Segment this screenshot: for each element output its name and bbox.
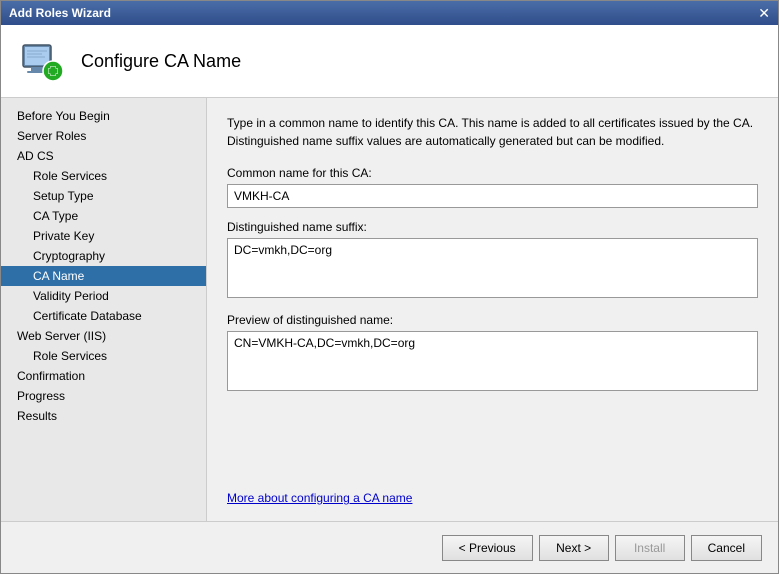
sidebar-item-private-key[interactable]: Private Key xyxy=(1,226,206,246)
sidebar-item-before-you-begin[interactable]: Before You Begin xyxy=(1,106,206,126)
sidebar-item-role-services-iis[interactable]: Role Services xyxy=(1,346,206,366)
sidebar-item-role-services[interactable]: Role Services xyxy=(1,166,206,186)
wizard-window: Add Roles Wizard ✕ xyxy=(0,0,779,574)
dn-suffix-input[interactable] xyxy=(227,238,758,298)
sidebar-item-results[interactable]: Results xyxy=(1,406,206,426)
main-panel: Type in a common name to identify this C… xyxy=(207,98,778,521)
sidebar-item-cryptography[interactable]: Cryptography xyxy=(1,246,206,266)
preview-label: Preview of distinguished name: xyxy=(227,313,758,327)
sidebar-item-server-roles[interactable]: Server Roles xyxy=(1,126,206,146)
window-title: Add Roles Wizard xyxy=(9,6,111,20)
sidebar-item-ca-name[interactable]: CA Name xyxy=(1,266,206,286)
sidebar-item-progress[interactable]: Progress xyxy=(1,386,206,406)
dn-suffix-group: Distinguished name suffix: xyxy=(227,220,758,301)
preview-value: CN=VMKH-CA,DC=vmkh,DC=org xyxy=(227,331,758,391)
content-area: Before You Begin Server Roles AD CS Role… xyxy=(1,98,778,521)
common-name-label: Common name for this CA: xyxy=(227,166,758,180)
help-link[interactable]: More about configuring a CA name xyxy=(227,491,412,505)
wizard-icon xyxy=(17,37,65,85)
header-area: Configure CA Name xyxy=(1,25,778,98)
sidebar-item-setup-type[interactable]: Setup Type xyxy=(1,186,206,206)
sidebar-item-certificate-database[interactable]: Certificate Database xyxy=(1,306,206,326)
description-text: Type in a common name to identify this C… xyxy=(227,114,758,150)
sidebar-item-web-server-iis[interactable]: Web Server (IIS) xyxy=(1,326,206,346)
previous-button[interactable]: < Previous xyxy=(442,535,533,561)
title-bar: Add Roles Wizard ✕ xyxy=(1,1,778,25)
preview-group: Preview of distinguished name: CN=VMKH-C… xyxy=(227,313,758,391)
cancel-button[interactable]: Cancel xyxy=(691,535,762,561)
sidebar-item-validity-period[interactable]: Validity Period xyxy=(1,286,206,306)
sidebar-item-confirmation[interactable]: Confirmation xyxy=(1,366,206,386)
common-name-group: Common name for this CA: xyxy=(227,166,758,208)
footer: < Previous Next > Install Cancel xyxy=(1,521,778,573)
close-button[interactable]: ✕ xyxy=(758,6,770,20)
page-title: Configure CA Name xyxy=(81,51,241,72)
dn-suffix-label: Distinguished name suffix: xyxy=(227,220,758,234)
common-name-input[interactable] xyxy=(227,184,758,208)
sidebar: Before You Begin Server Roles AD CS Role… xyxy=(1,98,207,521)
sidebar-item-ad-cs[interactable]: AD CS xyxy=(1,146,206,166)
install-button[interactable]: Install xyxy=(615,535,685,561)
sidebar-item-ca-type[interactable]: CA Type xyxy=(1,206,206,226)
next-button[interactable]: Next > xyxy=(539,535,609,561)
link-area: More about configuring a CA name xyxy=(227,471,758,505)
